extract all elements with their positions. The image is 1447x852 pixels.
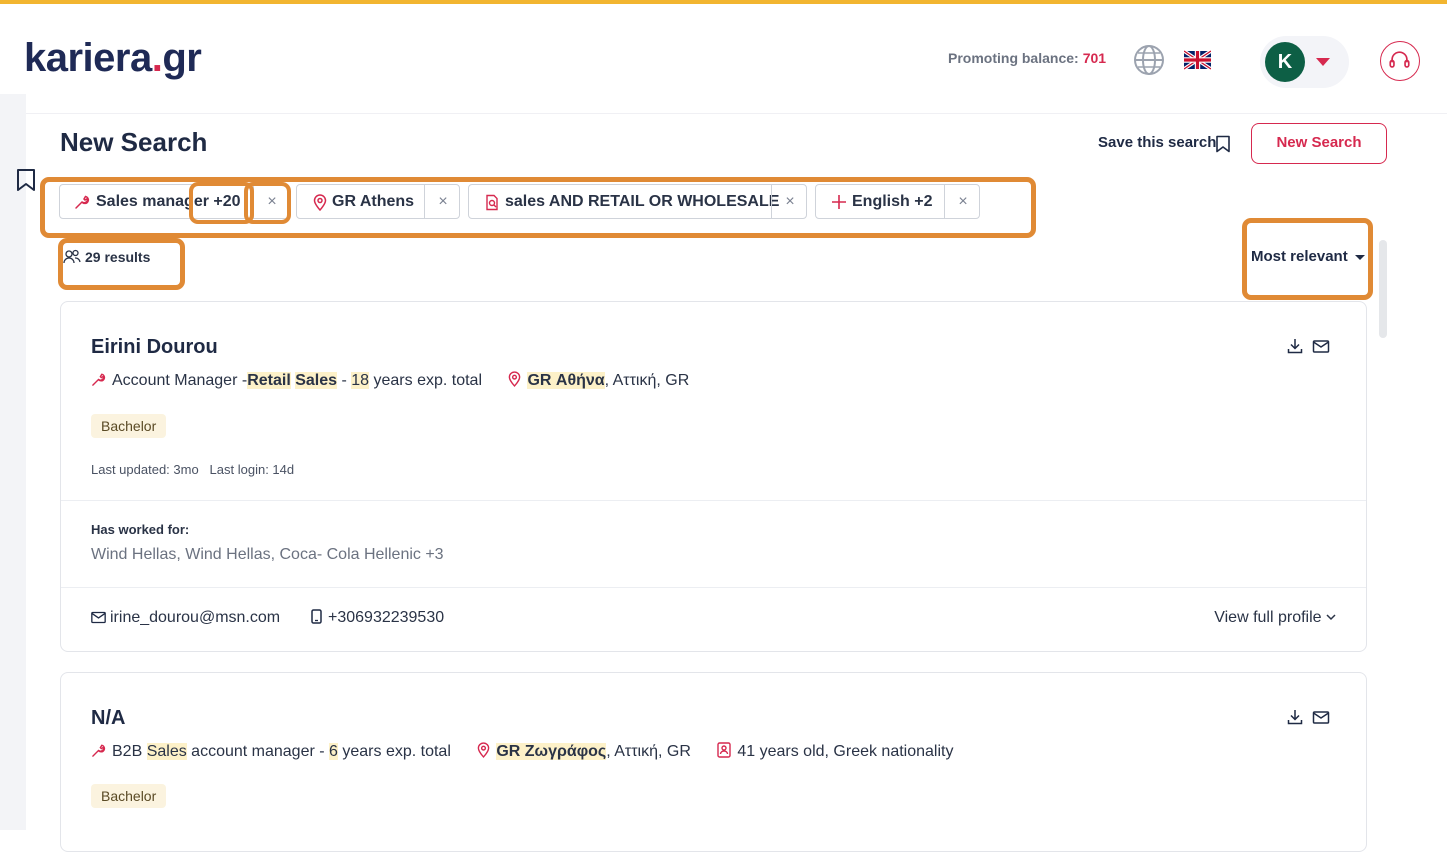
kariera-logo[interactable]: kariera.gr [24, 36, 202, 80]
mail-icon[interactable] [1312, 337, 1330, 355]
card-divider [61, 587, 1366, 588]
location-pin-icon [478, 742, 490, 758]
results-count: 29 results [85, 249, 151, 265]
candidate-card[interactable]: N/A B2B Sales account manager - 6 years … [60, 672, 1367, 852]
left-sidebar [0, 94, 26, 830]
bookmark-icon[interactable] [15, 168, 37, 192]
promoting-balance: Promoting balance: 701 [948, 50, 1107, 66]
chip-remove-highlight [244, 182, 291, 224]
view-full-profile-link[interactable]: View full profile [1214, 609, 1336, 627]
wrench-icon [92, 373, 106, 386]
education-badge: Bachelor [91, 414, 167, 438]
scrollbar[interactable] [1379, 240, 1387, 338]
card-actions [1286, 337, 1336, 357]
avatar[interactable]: K [1265, 42, 1305, 82]
card-actions [1286, 708, 1336, 728]
candidate-phone[interactable]: +306932239530 [311, 609, 444, 627]
bookmark-icon[interactable] [1215, 135, 1231, 153]
sort-dropdown[interactable]: Most relevant [1251, 248, 1348, 265]
globe-icon[interactable] [1133, 44, 1165, 76]
candidate-card[interactable]: Eirini Dourou Account Manager -Retail Sa… [60, 301, 1367, 652]
header-divider [26, 113, 1447, 114]
candidate-info-line: Account Manager -Retail Sales - 18 years… [91, 371, 711, 390]
candidate-name[interactable]: N/A [91, 707, 125, 730]
last-updated: Last updated: 3mo Last login: 14d [91, 462, 295, 477]
uk-flag-icon[interactable] [1184, 50, 1211, 70]
education-badge: Bachelor [91, 784, 167, 808]
download-icon[interactable] [1286, 708, 1304, 726]
location-pin-icon [509, 371, 521, 387]
chevron-down-icon[interactable] [1316, 58, 1330, 66]
candidate-name[interactable]: Eirini Dourou [91, 336, 218, 359]
headset-icon [1389, 51, 1410, 68]
mail-icon[interactable] [1312, 708, 1330, 726]
candidate-email[interactable]: irine_dourou@msn.com [91, 609, 280, 627]
page-title: New Search [60, 127, 208, 157]
phone-icon [311, 609, 322, 624]
worked-for-value: Wind Hellas, Wind Hellas, Coca- Cola Hel… [91, 546, 444, 563]
id-badge-icon [717, 742, 732, 758]
new-search-button[interactable]: New Search [1251, 123, 1387, 164]
wrench-icon [92, 744, 106, 757]
promoting-balance-value: 701 [1082, 50, 1107, 66]
support-button[interactable] [1380, 41, 1420, 81]
worked-for-label: Has worked for: [91, 522, 190, 537]
chevron-down-icon[interactable] [1355, 255, 1365, 260]
header: kariera.gr Promoting balance: 701 K [0, 4, 1447, 94]
save-search-link[interactable]: Save this search [1098, 134, 1216, 151]
candidate-info-line: B2B Sales account manager - 6 years exp.… [91, 742, 975, 761]
people-icon [63, 249, 81, 264]
chevron-down-icon [1326, 614, 1336, 621]
mail-icon [91, 611, 106, 624]
download-icon[interactable] [1286, 337, 1304, 355]
card-divider [61, 500, 1366, 501]
